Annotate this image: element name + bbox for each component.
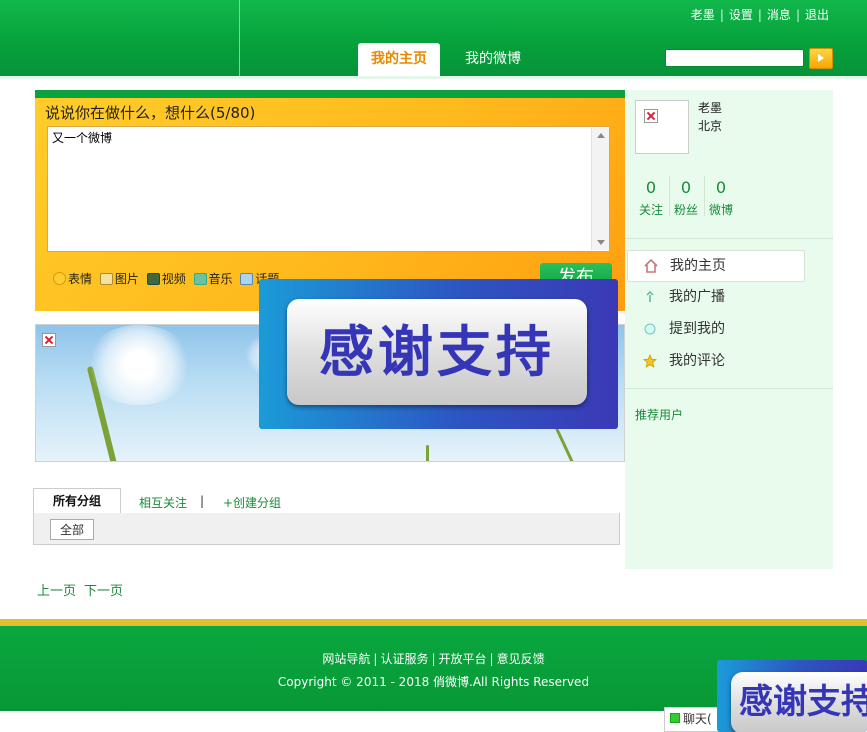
stat-followers[interactable]: 0 粉丝 — [674, 178, 698, 218]
topic-icon — [240, 273, 254, 285]
emoji-icon — [53, 272, 66, 285]
broadcast-icon — [646, 290, 654, 302]
tab-all-groups[interactable]: 所有分组 — [33, 488, 121, 515]
footer-link-certification[interactable]: 认证服务 — [380, 652, 428, 666]
pager: 上一页 下一页 — [37, 580, 131, 599]
stat-following[interactable]: 0 关注 — [639, 178, 663, 218]
home-icon — [644, 259, 658, 273]
video-icon — [146, 273, 160, 285]
online-status-icon — [670, 713, 680, 723]
menu-item-mentions[interactable]: 提到我的 — [627, 314, 803, 344]
profile-name[interactable]: 老墨 — [698, 99, 722, 117]
prev-page-link[interactable]: 上一页 — [37, 584, 76, 599]
top-links: 老墨 | 设置 | 消息 | 退出 — [690, 8, 829, 22]
publish-box: 说说你在做什么，想什么(5/80) 又一个微博 表情 图片 视频 音乐 话题 发… — [35, 90, 625, 311]
tab-mutual-follow[interactable]: 相互关注 — [139, 494, 187, 511]
scroll-up-icon[interactable] — [597, 133, 605, 138]
tab-my-homepage[interactable]: 我的主页 — [358, 43, 440, 76]
music-icon — [193, 273, 207, 285]
menu-item-my-broadcast[interactable]: 我的广播 — [627, 282, 803, 312]
tab-my-weibo[interactable]: 我的微博 — [450, 43, 536, 76]
scroll-down-icon[interactable] — [597, 240, 605, 245]
footer-link-open-platform[interactable]: 开放平台 — [439, 652, 487, 666]
header: 老墨 | 设置 | 消息 | 退出 我的主页 我的微博 — [0, 0, 867, 76]
footer-link-site-nav[interactable]: 网站导航 — [322, 652, 370, 666]
publish-tools: 表情 图片 视频 音乐 话题 — [53, 270, 283, 287]
broken-image-icon — [644, 109, 658, 123]
image-icon — [99, 273, 113, 285]
group-panel: 全部 — [33, 513, 620, 545]
stat-weibo[interactable]: 0 微博 — [709, 178, 733, 218]
mention-icon — [644, 323, 656, 335]
thanks-ad-text: 感谢支持 — [731, 672, 867, 732]
tab-separator: | — [200, 494, 205, 508]
star-icon — [643, 354, 657, 368]
post-textarea[interactable]: 又一个微博 — [47, 126, 610, 252]
thanks-ad-popup[interactable]: 感谢支持 — [259, 279, 618, 429]
emoji-tool[interactable]: 表情 — [53, 270, 92, 287]
thanks-ad-text: 感谢支持 — [287, 299, 587, 405]
all-button[interactable]: 全部 — [50, 519, 95, 540]
profile-location: 北京 — [698, 119, 723, 133]
settings-link[interactable]: 设置 — [729, 8, 753, 22]
recommend-users-label[interactable]: 推荐用户 — [635, 406, 683, 423]
avatar[interactable] — [635, 100, 689, 154]
publish-title: 说说你在做什么，想什么(5/80) — [45, 104, 256, 122]
next-page-link[interactable]: 下一页 — [84, 584, 123, 599]
create-group-link[interactable]: +创建分组 — [223, 494, 281, 511]
user-link[interactable]: 老墨 — [691, 8, 715, 22]
menu-item-my-homepage[interactable]: 我的主页 — [627, 250, 805, 282]
thanks-ad-corner[interactable]: 感谢支持 — [717, 660, 867, 732]
logo-area — [0, 0, 240, 76]
search-input[interactable] — [665, 49, 804, 67]
video-tool[interactable]: 视频 — [146, 270, 186, 287]
sidebar: 老墨 北京 0 关注 0 粉丝 0 微博 我的主页 我的广播 提到我的 我的评论 推荐… — [625, 90, 833, 569]
music-tool[interactable]: 音乐 — [193, 270, 233, 287]
group-tabs: 所有分组 相互关注 | +创建分组 全部 — [33, 488, 620, 545]
footer-link-feedback[interactable]: 意见反馈 — [497, 652, 545, 666]
messages-link[interactable]: 消息 — [767, 8, 791, 22]
broken-image-icon — [42, 333, 56, 347]
image-tool[interactable]: 图片 — [99, 270, 139, 287]
logout-link[interactable]: 退出 — [805, 8, 829, 22]
search-button[interactable] — [809, 48, 833, 69]
menu-item-my-comments[interactable]: 我的评论 — [627, 346, 803, 376]
textarea-scrollbar[interactable] — [591, 128, 609, 250]
